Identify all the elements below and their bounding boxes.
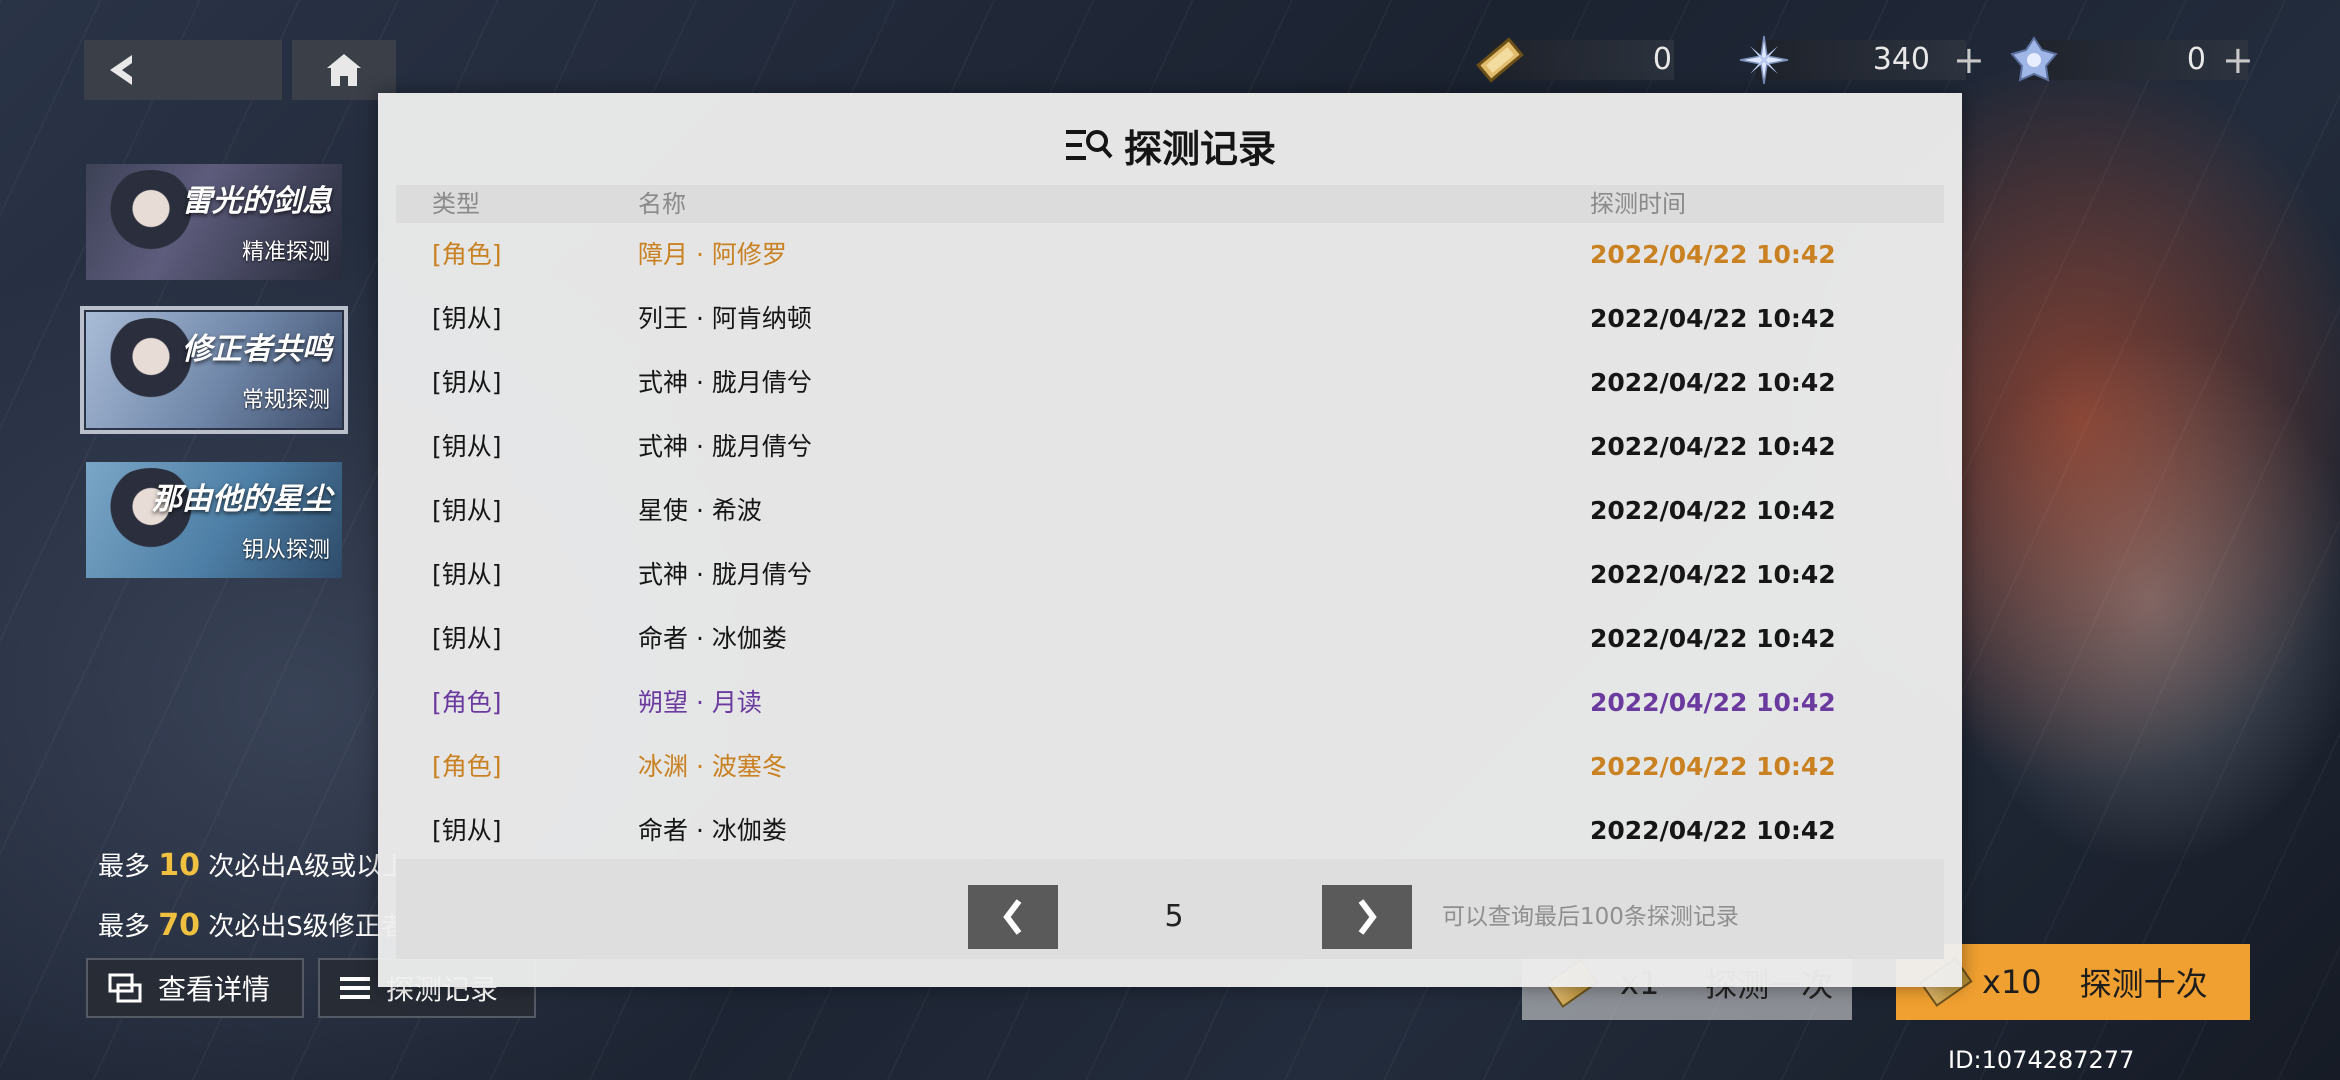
row-time: 2022/04/22 10:42 xyxy=(1590,688,1836,717)
row-type: [钥从] xyxy=(432,432,502,461)
table-row: [钥从] 式神 · 胧月倩兮 2022/04/22 10:42 xyxy=(396,415,1944,479)
record-search-icon xyxy=(1065,130,1113,160)
currency-value: 0 xyxy=(2186,42,2206,77)
banner-subtitle: 钥从探测 xyxy=(241,538,330,563)
row-type: [钥从] xyxy=(432,624,502,653)
home-icon xyxy=(327,54,361,86)
back-arrow-icon xyxy=(110,55,132,85)
row-type: [钥从] xyxy=(432,816,502,845)
row-name: 障月 · 阿修罗 xyxy=(638,240,787,269)
row-name: 式神 · 胧月倩兮 xyxy=(638,368,812,397)
add-crystal-button[interactable]: + xyxy=(1953,40,1985,80)
pity-info-s: 最多 70 次必出S级修正者 xyxy=(98,908,407,943)
header-name: 名称 xyxy=(638,190,686,218)
chevron-right-icon xyxy=(1358,899,1377,935)
row-time: 2022/04/22 10:42 xyxy=(1590,816,1836,845)
row-time: 2022/04/22 10:42 xyxy=(1590,304,1836,333)
list-icon xyxy=(340,977,370,999)
banner-standard[interactable]: 修正者共鸣 常规探测 xyxy=(80,306,348,434)
table-header: 类型 名称 探测时间 xyxy=(396,185,1944,223)
currency-gold-ticket: 0 xyxy=(1476,37,1674,83)
row-time: 2022/04/22 10:42 xyxy=(1590,368,1836,397)
next-page-button[interactable] xyxy=(1322,885,1412,949)
row-name: 命者 · 冰伽娄 xyxy=(638,816,787,845)
row-type: [钥从] xyxy=(432,368,502,397)
draw-ten-label: 探测十次 xyxy=(2079,965,2208,1003)
banner-title: 修正者共鸣 xyxy=(182,332,332,367)
pagination-bar: 5 可以查询最后100条探测记录 xyxy=(396,859,1944,959)
row-type: [角色] xyxy=(432,752,502,781)
prev-page-button[interactable] xyxy=(968,885,1058,949)
back-button[interactable] xyxy=(84,40,282,100)
table-row: [钥从] 命者 · 冰伽娄 2022/04/22 10:42 xyxy=(396,607,1944,671)
banner-subtitle: 常规探测 xyxy=(241,388,330,413)
table-row: [钥从] 星使 · 希波 2022/04/22 10:42 xyxy=(396,479,1944,543)
table-row: [钥从] 命者 · 冰伽娄 2022/04/22 10:42 xyxy=(396,799,1944,863)
table-row: [角色] 朔望 · 月读 2022/04/22 10:42 xyxy=(396,671,1944,735)
crystal-star-icon xyxy=(1739,35,1789,85)
add-blue-crystal-button[interactable]: + xyxy=(2222,40,2254,80)
header-type: 类型 xyxy=(432,190,480,218)
chevron-left-icon xyxy=(1003,899,1022,935)
row-name: 星使 · 希波 xyxy=(638,496,762,525)
row-time: 2022/04/22 10:42 xyxy=(1590,624,1836,653)
details-button[interactable]: 查看详情 xyxy=(86,958,304,1018)
row-type: [角色] xyxy=(432,688,502,717)
home-button[interactable] xyxy=(292,40,396,100)
row-time: 2022/04/22 10:42 xyxy=(1590,496,1836,525)
row-name: 冰渊 · 波塞冬 xyxy=(638,752,787,781)
user-id: ID:1074287277 xyxy=(1948,1046,2135,1074)
row-time: 2022/04/22 10:42 xyxy=(1590,752,1836,781)
row-name: 命者 · 冰伽娄 xyxy=(638,624,787,653)
header-time: 探测时间 xyxy=(1590,190,1686,218)
table-row: [钥从] 式神 · 胧月倩兮 2022/04/22 10:42 xyxy=(396,543,1944,607)
currency-value: 0 xyxy=(1652,42,1672,77)
row-type: [钥从] xyxy=(432,560,502,589)
banner-precise[interactable]: 雷光的剑息 精准探测 xyxy=(86,164,342,280)
row-type: [角色] xyxy=(432,240,502,269)
row-time: 2022/04/22 10:42 xyxy=(1590,432,1836,461)
details-icon xyxy=(108,973,142,1003)
currency-value: 340 xyxy=(1872,42,1930,77)
draw-ten-count: x10 xyxy=(1982,963,2042,1001)
table-row: [角色] 冰渊 · 波塞冬 2022/04/22 10:42 xyxy=(396,735,1944,799)
banner-title: 雷光的剑息 xyxy=(182,184,332,219)
table-row: [钥从] 式神 · 胧月倩兮 2022/04/22 10:42 xyxy=(396,351,1944,415)
dialog-title: 探测记录 xyxy=(1123,126,1276,171)
row-name: 列王 · 阿肯纳顿 xyxy=(638,304,812,333)
table-row: [钥从] 列王 · 阿肯纳顿 2022/04/22 10:42 xyxy=(396,287,1944,351)
banner-key-follower[interactable]: 那由他的星尘 钥从探测 xyxy=(86,462,342,578)
blue-crystal-icon xyxy=(2010,36,2058,82)
row-time: 2022/04/22 10:42 xyxy=(1590,560,1836,589)
row-name: 朔望 · 月读 xyxy=(638,688,762,717)
dialog-header: 探测记录 xyxy=(378,115,1962,175)
banner-subtitle: 精准探测 xyxy=(241,240,330,265)
row-name: 式神 · 胧月倩兮 xyxy=(638,560,812,589)
row-time: 2022/04/22 10:42 xyxy=(1590,240,1836,269)
currency-crystal-star: 340 xyxy=(1739,35,1966,85)
currency-blue-crystal: 0 xyxy=(2010,36,2248,82)
details-label: 查看详情 xyxy=(158,973,271,1006)
banner-title: 那由他的星尘 xyxy=(152,482,332,517)
records-dialog: 探测记录 类型 名称 探测时间 [角色] 障月 · 阿修罗 2022/04/22 1… xyxy=(378,93,1962,987)
pity-info-a: 最多 10 次必出A级或以上 xyxy=(98,848,409,883)
row-type: [钥从] xyxy=(432,304,502,333)
gold-ticket-icon xyxy=(1476,37,1524,83)
records-limit-note: 可以查询最后100条探测记录 xyxy=(1442,904,1739,930)
page-number: 5 xyxy=(1164,899,1184,934)
table-row: [角色] 障月 · 阿修罗 2022/04/22 10:42 xyxy=(396,223,1944,287)
row-type: [钥从] xyxy=(432,496,502,525)
row-name: 式神 · 胧月倩兮 xyxy=(638,432,812,461)
